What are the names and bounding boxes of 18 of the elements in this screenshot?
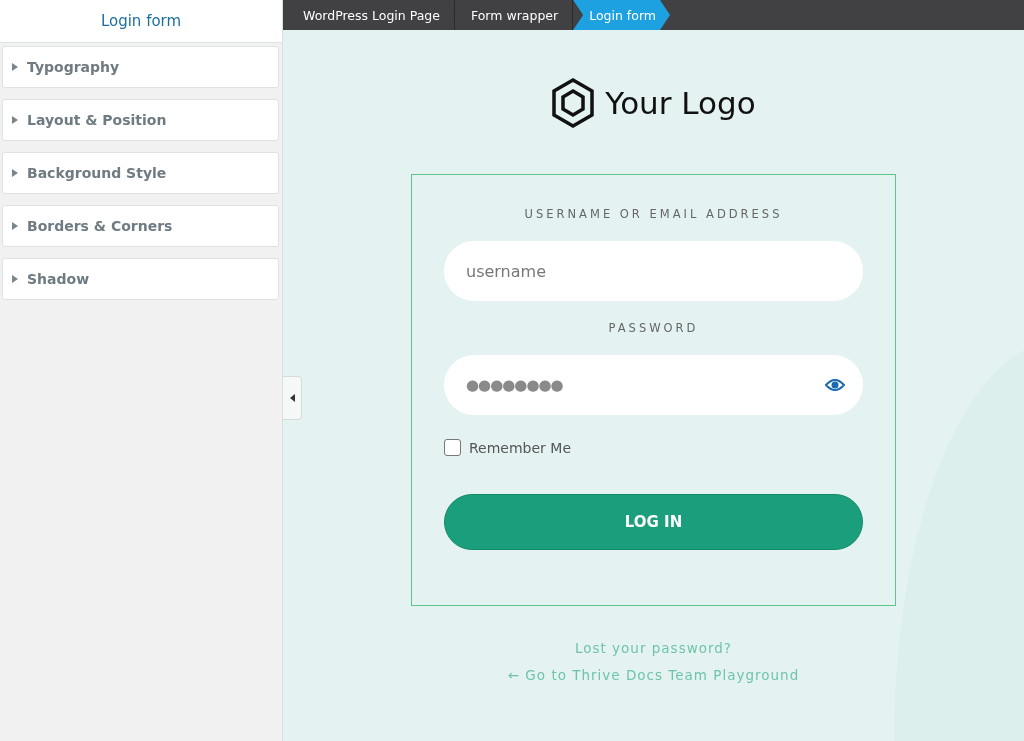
eye-icon[interactable]	[825, 378, 845, 392]
section-header[interactable]: Borders & Corners	[2, 205, 279, 247]
field-label: PASSWORD	[607, 321, 700, 335]
logo-text: Your Logo	[605, 85, 756, 121]
login-button[interactable]: LOG IN	[444, 494, 863, 550]
section-header[interactable]: Layout & Position	[2, 99, 279, 141]
remember-checkbox[interactable]	[444, 439, 461, 456]
section-header[interactable]: Shadow	[2, 258, 279, 300]
password-field[interactable]: ●●●●●●●●	[444, 355, 863, 415]
panel-title: Login form	[0, 0, 282, 43]
username-field[interactable]: username	[444, 241, 863, 301]
breadcrumb[interactable]: Login form	[573, 0, 670, 30]
section-header[interactable]: Background Style	[2, 152, 279, 194]
field-label: USERNAME OR EMAIL ADDRESS	[523, 207, 784, 221]
section-header[interactable]: Typography	[2, 46, 279, 88]
collapse-handle[interactable]	[283, 376, 302, 420]
checkbox-label: Remember Me	[469, 439, 571, 456]
hexagon-logo-icon	[551, 78, 596, 128]
